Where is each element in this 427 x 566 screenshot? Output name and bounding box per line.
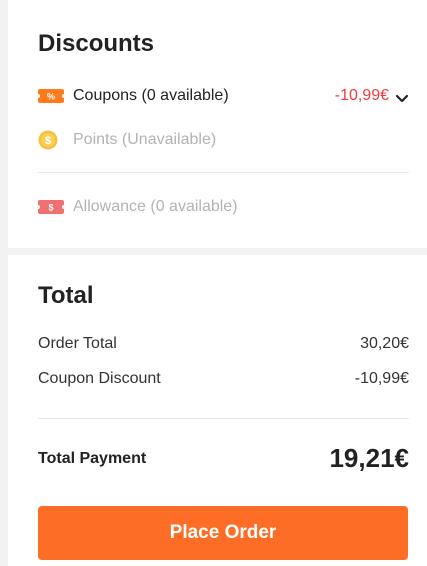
points-row: $ Points (Unavailable) xyxy=(38,127,409,153)
total-payment-value: 19,21€ xyxy=(329,443,409,473)
total-card: Total Order Total 30,20€ Coupon Discount… xyxy=(8,255,427,566)
allowance-label: Allowance (0 available) xyxy=(73,198,238,215)
total-payment-row: Total Payment 19,21€ xyxy=(38,443,409,474)
total-title: Total xyxy=(38,282,94,309)
svg-text:$: $ xyxy=(48,203,53,213)
svg-text:%: % xyxy=(47,92,55,102)
svg-text:$: $ xyxy=(45,135,51,147)
coupons-row[interactable]: % Coupons (0 available) -10,99€ xyxy=(38,83,409,109)
gold-coin-icon: $ xyxy=(38,130,64,150)
discounts-title: Discounts xyxy=(38,30,155,57)
order-total-row: Order Total 30,20€ xyxy=(38,335,409,353)
divider xyxy=(38,172,409,173)
coupon-discount-row: Coupon Discount -10,99€ xyxy=(38,370,409,388)
coupons-amount: -10,99€ xyxy=(334,87,389,104)
place-order-button[interactable]: Place Order xyxy=(38,506,408,560)
coupons-label: Coupons (0 available) xyxy=(73,87,229,104)
divider xyxy=(38,418,409,419)
discounts-card: Discounts % Coupons (0 available) -10,99… xyxy=(8,0,427,248)
allowance-ticket-icon: $ xyxy=(38,198,64,216)
coupon-discount-value: -10,99€ xyxy=(354,370,409,387)
coupon-discount-label: Coupon Discount xyxy=(38,370,161,387)
allowance-row: $ Allowance (0 available) xyxy=(38,194,409,220)
order-total-label: Order Total xyxy=(38,335,117,352)
chevron-down-icon[interactable] xyxy=(395,91,409,103)
coupon-ticket-icon: % xyxy=(38,87,64,105)
order-total-value: 30,20€ xyxy=(360,335,409,352)
total-payment-label: Total Payment xyxy=(38,449,147,467)
points-label: Points (Unavailable) xyxy=(73,131,217,148)
